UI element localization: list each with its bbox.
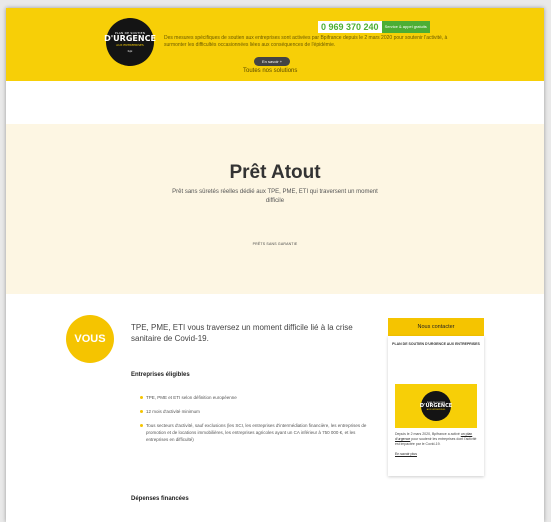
sidebar-card-title: PLAN DE SOUTIEN D'URGENCE AUX ENTREPRISE…	[392, 342, 480, 346]
plan-urgence-logo: PLAN DE SOUTIEN D'URGENCE AUX ENTREPRISE…	[420, 391, 452, 421]
sidebar-card-text: Depuis le 2 mars 2020, Bpifrance a activ…	[395, 432, 477, 457]
phone-contact[interactable]: 0 969 370 240 Service & appel gratuits	[318, 21, 430, 33]
text-segment: Depuis le 2 mars 2020, Bpifrance a activ…	[395, 432, 461, 436]
logo-line: D'URGENCE	[104, 34, 156, 43]
all-solutions-link[interactable]: Toutes nos solutions	[243, 68, 297, 74]
learn-more-link[interactable]: En savoir plus	[395, 452, 417, 456]
breadcrumb[interactable]: PRÊTS SANS GARANTIE	[6, 242, 544, 246]
sidebar-card-image[interactable]: PLAN DE SOUTIEN D'URGENCE AUX ENTREPRISE…	[395, 384, 477, 428]
hero-section: Prêt Atout Prêt sans sûretés réelles déd…	[6, 124, 544, 294]
urgence-banner: PLAN DE SOUTIEN D'URGENCE AUX ENTREPRISE…	[6, 8, 544, 81]
phone-tag: Service & appel gratuits	[381, 21, 430, 33]
contact-button[interactable]: Nous contacter	[388, 318, 484, 336]
learn-more-button[interactable]: En savoir +	[254, 57, 291, 66]
list-item: Tous secteurs d'activité, sauf exclusion…	[140, 422, 374, 443]
list-item: TPE, PME et ETI selon définition europée…	[140, 394, 374, 401]
logo-line: AUX ENTREPRISES	[426, 408, 446, 411]
phone-number[interactable]: 0 969 370 240	[318, 21, 382, 33]
eligible-heading: Entreprises éligibles	[131, 372, 190, 378]
browser-page: PLAN DE SOUTIEN D'URGENCE AUX ENTREPRISE…	[6, 8, 544, 522]
logo-line: AUX ENTREPRISES	[116, 43, 144, 47]
intro-text: TPE, PME, ETI vous traversez un moment d…	[131, 323, 353, 343]
vous-badge: VOUS	[66, 315, 114, 363]
sidebar-card: PLAN DE SOUTIEN D'URGENCE AUX ENTREPRISE…	[388, 336, 484, 476]
eligible-list: TPE, PME et ETI selon définition europée…	[140, 394, 374, 450]
page-subtitle: Prêt sans sûretés réelles dédié aux TPE,…	[172, 189, 378, 204]
plan-urgence-logo[interactable]: PLAN DE SOUTIEN D'URGENCE AUX ENTREPRISE…	[104, 18, 156, 66]
depenses-heading: Dépenses financées	[131, 496, 189, 502]
logo-line: bpi	[127, 49, 133, 53]
list-item: 12 mois d'activité minimum	[140, 408, 374, 415]
page-title: Prêt Atout	[229, 162, 321, 183]
banner-text: Des mesures spécifiques de soutien aux e…	[164, 35, 448, 48]
